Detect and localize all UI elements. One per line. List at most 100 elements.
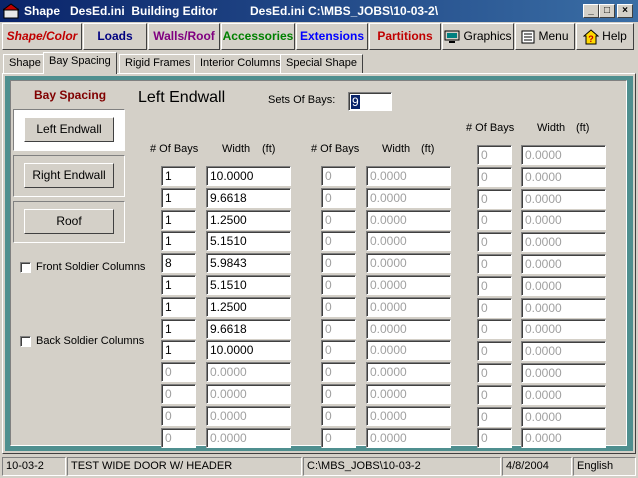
width-input[interactable]: 0.0000 [366, 166, 451, 186]
bays-input[interactable]: 0 [321, 406, 356, 426]
width-input[interactable]: 1.2500 [206, 210, 291, 230]
close-button[interactable]: × [617, 4, 633, 18]
bays-input[interactable]: 0 [321, 428, 356, 448]
width-input[interactable]: 0.0000 [366, 253, 451, 273]
bays-input[interactable]: 0 [321, 384, 356, 404]
bays-input[interactable]: 0 [321, 275, 356, 295]
bays-input[interactable]: 0 [477, 428, 512, 448]
shape-color-button[interactable]: Shape/Color [2, 23, 82, 50]
width-input[interactable]: 0.0000 [521, 298, 606, 318]
bays-input[interactable]: 0 [321, 253, 356, 273]
help-button[interactable]: ? Help [576, 23, 634, 50]
width-input[interactable]: 0.0000 [521, 428, 606, 448]
bays-input[interactable]: 0 [321, 188, 356, 208]
back-soldier-checkbox[interactable] [20, 336, 31, 347]
bays-input[interactable]: 0 [477, 341, 512, 361]
bays-input[interactable]: 0 [161, 428, 196, 448]
width-input[interactable]: 0.0000 [521, 276, 606, 296]
tab-rigid-frames[interactable]: Rigid Frames [119, 54, 197, 73]
bays-input[interactable]: 0 [477, 407, 512, 427]
bays-input[interactable]: 0 [321, 340, 356, 360]
walls-roof-button[interactable]: Walls/Roof [148, 23, 220, 50]
bays-input[interactable]: 1 [161, 210, 196, 230]
width-input[interactable]: 0.0000 [366, 428, 451, 448]
roof-button[interactable]: Roof [24, 209, 114, 234]
bays-input[interactable]: 1 [161, 231, 196, 251]
title-bar[interactable]: Shape DesEd.ini Building Editor DesEd.in… [0, 0, 638, 22]
width-input[interactable]: 5.1510 [206, 231, 291, 251]
bays-input[interactable]: 0 [477, 167, 512, 187]
bays-input[interactable]: 0 [477, 232, 512, 252]
bays-input[interactable]: 0 [321, 297, 356, 317]
bays-input[interactable]: 0 [161, 406, 196, 426]
tab-shape[interactable]: Shape [3, 54, 47, 73]
width-input[interactable]: 0.0000 [366, 362, 451, 382]
bays-input[interactable]: 0 [477, 145, 512, 165]
width-input[interactable]: 0.0000 [366, 188, 451, 208]
width-input[interactable]: 0.0000 [521, 385, 606, 405]
app-icon[interactable] [3, 3, 19, 19]
graphics-button[interactable]: Graphics [442, 23, 514, 50]
loads-button[interactable]: Loads [83, 23, 147, 50]
width-input[interactable]: 0.0000 [206, 362, 291, 382]
bays-input[interactable]: 0 [321, 166, 356, 186]
width-input[interactable]: 0.0000 [521, 341, 606, 361]
bays-input[interactable]: 0 [321, 319, 356, 339]
bays-input[interactable]: 1 [161, 319, 196, 339]
bays-input[interactable]: 0 [321, 362, 356, 382]
minimize-button[interactable]: _ [583, 4, 599, 18]
bays-input[interactable]: 1 [161, 340, 196, 360]
width-input[interactable]: 10.0000 [206, 340, 291, 360]
width-input[interactable]: 10.0000 [206, 166, 291, 186]
width-input[interactable]: 9.6618 [206, 319, 291, 339]
width-input[interactable]: 0.0000 [521, 407, 606, 427]
width-input[interactable]: 0.0000 [366, 340, 451, 360]
width-input[interactable]: 0.0000 [366, 297, 451, 317]
width-input[interactable]: 0.0000 [366, 406, 451, 426]
bays-input[interactable]: 0 [161, 362, 196, 382]
right-endwall-button[interactable]: Right Endwall [24, 163, 114, 188]
partitions-button[interactable]: Partitions [369, 23, 441, 50]
width-input[interactable]: 0.0000 [366, 384, 451, 404]
width-input[interactable]: 0.0000 [206, 406, 291, 426]
width-input[interactable]: 5.1510 [206, 275, 291, 295]
width-input[interactable]: 0.0000 [521, 319, 606, 339]
bays-input[interactable]: 1 [161, 275, 196, 295]
width-input[interactable]: 0.0000 [366, 210, 451, 230]
bays-input[interactable]: 0 [477, 385, 512, 405]
left-endwall-button[interactable]: Left Endwall [24, 117, 114, 142]
width-input[interactable]: 0.0000 [521, 254, 606, 274]
bays-input[interactable]: 0 [477, 254, 512, 274]
bays-input[interactable]: 0 [477, 276, 512, 296]
width-input[interactable]: 0.0000 [366, 319, 451, 339]
bays-input[interactable]: 0 [477, 189, 512, 209]
tab-interior-columns[interactable]: Interior Columns [194, 54, 287, 73]
bays-input[interactable]: 1 [161, 166, 196, 186]
front-soldier-checkbox[interactable] [20, 262, 31, 273]
maximize-button[interactable]: □ [599, 4, 615, 18]
width-input[interactable]: 0.0000 [521, 189, 606, 209]
bays-input[interactable]: 8 [161, 253, 196, 273]
width-input[interactable]: 0.0000 [206, 384, 291, 404]
width-input[interactable]: 0.0000 [206, 428, 291, 448]
bays-input[interactable]: 0 [321, 210, 356, 230]
bays-input[interactable]: 0 [477, 363, 512, 383]
sets-of-bays-input[interactable]: 9 [348, 92, 392, 111]
width-input[interactable]: 0.0000 [521, 145, 606, 165]
bays-input[interactable]: 0 [477, 319, 512, 339]
accessories-button[interactable]: Accessories [221, 23, 295, 50]
width-input[interactable]: 0.0000 [366, 231, 451, 251]
bays-input[interactable]: 0 [321, 231, 356, 251]
width-input[interactable]: 0.0000 [521, 363, 606, 383]
width-input[interactable]: 0.0000 [366, 275, 451, 295]
bays-input[interactable]: 1 [161, 297, 196, 317]
width-input[interactable]: 0.0000 [521, 167, 606, 187]
bays-input[interactable]: 1 [161, 188, 196, 208]
bays-input[interactable]: 0 [477, 298, 512, 318]
menu-button[interactable]: Menu [515, 23, 575, 50]
bays-input[interactable]: 0 [477, 210, 512, 230]
tab-bay-spacing[interactable]: Bay Spacing [43, 52, 117, 74]
width-input[interactable]: 0.0000 [521, 232, 606, 252]
tab-special-shape[interactable]: Special Shape [280, 54, 363, 73]
width-input[interactable]: 1.2500 [206, 297, 291, 317]
